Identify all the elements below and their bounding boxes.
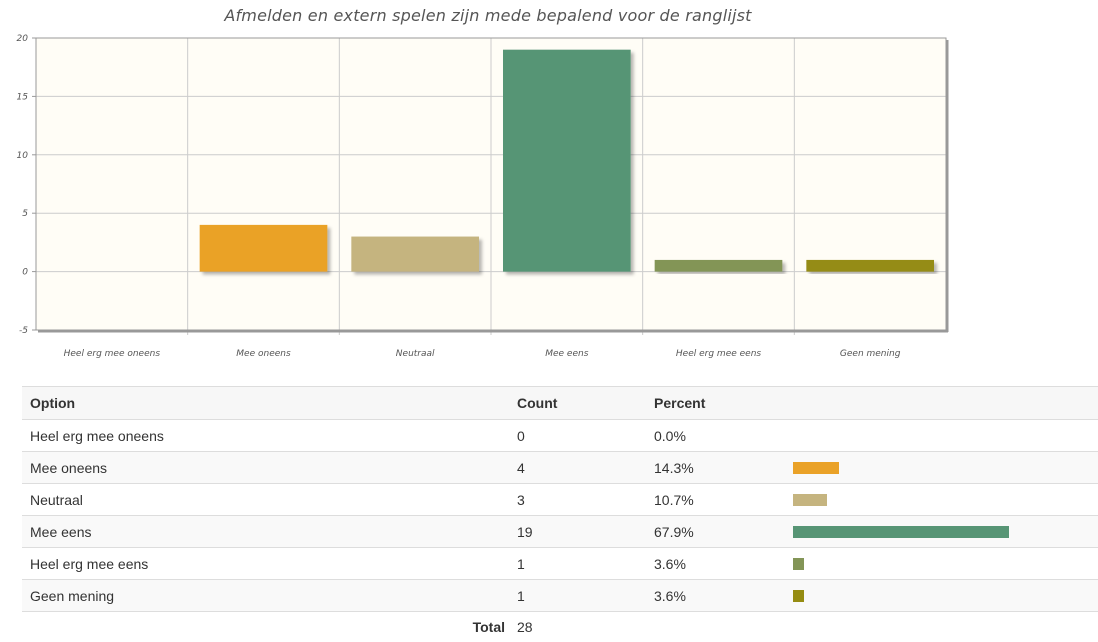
count-column-header: Count — [509, 387, 646, 420]
count-cell: 4 — [509, 452, 646, 484]
table-header-row: Option Count Percent — [22, 387, 1098, 420]
percent-bar-cell — [785, 548, 1098, 580]
percent-bar-cell — [785, 516, 1098, 548]
table-row: Neutraal310.7% — [22, 484, 1098, 516]
percent-bar — [793, 494, 827, 506]
option-cell: Heel erg mee oneens — [22, 420, 509, 452]
percent-column-header: Percent — [646, 387, 785, 420]
percent-bar — [793, 590, 804, 602]
table-row: Heel erg mee eens13.6% — [22, 548, 1098, 580]
percent-bar-cell — [785, 580, 1098, 612]
percent-cell: 14.3% — [646, 452, 785, 484]
bar-column-header — [785, 387, 1098, 420]
percent-bar-cell — [785, 420, 1098, 452]
option-cell: Mee oneens — [22, 452, 509, 484]
count-cell: 1 — [509, 580, 646, 612]
x-tick-label: Mee oneens — [236, 349, 291, 359]
bar — [351, 237, 479, 272]
y-tick-label: 5 — [22, 209, 28, 219]
percent-cell: 3.6% — [646, 548, 785, 580]
x-tick-label: Heel erg mee eens — [676, 349, 761, 359]
percent-cell: 3.6% — [646, 580, 785, 612]
total-row: Total 28 — [22, 612, 1098, 642]
x-tick-label: Geen mening — [840, 349, 901, 359]
option-cell: Neutraal — [22, 484, 509, 516]
bar-chart: -5 0 5 10 15 20 Heel erg mee oneens Mee oneens N… — [0, 0, 1098, 380]
percent-cell: 0.0% — [646, 420, 785, 452]
percent-bar — [793, 462, 839, 474]
bar — [503, 50, 631, 272]
count-cell: 1 — [509, 548, 646, 580]
y-tick-label: 20 — [17, 34, 29, 44]
percent-bar-cell — [785, 452, 1098, 484]
x-tick-label: Mee eens — [545, 349, 588, 359]
count-cell: 3 — [509, 484, 646, 516]
x-tick-label: Heel erg mee oneens — [64, 349, 161, 359]
option-cell: Heel erg mee eens — [22, 548, 509, 580]
count-cell: 0 — [509, 420, 646, 452]
bar — [655, 260, 783, 272]
option-cell: Geen mening — [22, 580, 509, 612]
y-tick-label: -5 — [19, 326, 28, 336]
bar — [200, 225, 328, 272]
results-table: Option Count Percent Heel erg mee oneens… — [22, 386, 1098, 642]
option-column-header: Option — [22, 387, 509, 420]
percent-bar — [793, 526, 1009, 538]
table-row: Heel erg mee oneens00.0% — [22, 420, 1098, 452]
option-cell: Mee eens — [22, 516, 509, 548]
total-value: 28 — [509, 612, 646, 642]
table-row: Geen mening13.6% — [22, 580, 1098, 612]
percent-cell: 67.9% — [646, 516, 785, 548]
bar — [806, 260, 934, 272]
percent-bar — [793, 558, 804, 570]
count-cell: 19 — [509, 516, 646, 548]
y-tick-label: 10 — [17, 151, 29, 161]
table-row: Mee eens1967.9% — [22, 516, 1098, 548]
percent-cell: 10.7% — [646, 484, 785, 516]
y-tick-label: 0 — [22, 268, 28, 278]
x-tick-label: Neutraal — [396, 349, 435, 359]
total-label: Total — [22, 612, 509, 642]
percent-bar-cell — [785, 484, 1098, 516]
table-row: Mee oneens414.3% — [22, 452, 1098, 484]
y-tick-label: 15 — [17, 92, 29, 102]
